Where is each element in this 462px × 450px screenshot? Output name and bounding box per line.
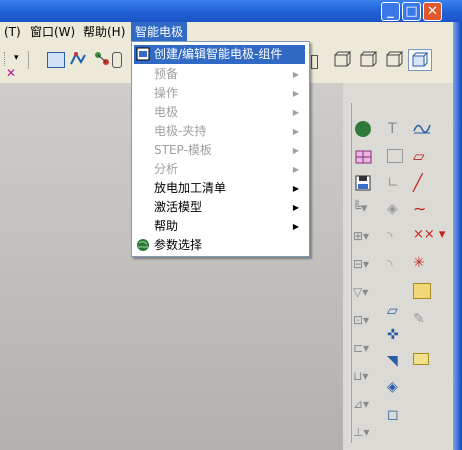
menu-item-prepare[interactable]: 预备 ▶ xyxy=(134,65,305,84)
angle-icon[interactable]: ∟ xyxy=(387,175,399,191)
arc-icon[interactable]: ◝ xyxy=(387,229,392,245)
menu-item-label: 分析 xyxy=(154,162,179,176)
close-button[interactable]: ✕ xyxy=(423,2,442,21)
surface-icon[interactable]: ◈ xyxy=(387,379,398,395)
chamfer-icon[interactable]: ⊿▾ xyxy=(353,397,369,411)
mesh-icon[interactable] xyxy=(355,149,373,168)
submenu-arrow-icon: ▶ xyxy=(292,127,299,136)
menu-item-label: 创建/编辑智能电极-组件 xyxy=(154,47,283,61)
submenu-arrow-icon: ▶ xyxy=(292,165,299,174)
menu-item-edm-list[interactable]: 放电加工清单 ▶ xyxy=(134,179,305,198)
electrode-edit-icon xyxy=(136,47,150,61)
menu-tools[interactable]: (T) xyxy=(0,22,25,43)
view-window-icon[interactable] xyxy=(47,52,65,68)
dimension-icon[interactable] xyxy=(413,283,431,299)
submenu-arrow-icon: ▶ xyxy=(292,203,299,212)
box-view-icon-3[interactable] xyxy=(385,51,404,72)
menu-item-label: 参数选择 xyxy=(154,238,203,252)
toolbar-grip-icon xyxy=(4,52,11,66)
section-icon[interactable]: ⊥▾ xyxy=(353,425,369,439)
toolbar-separator xyxy=(28,51,29,69)
menu-item-label: 激活模型 xyxy=(154,200,203,214)
curve-tool-icon[interactable] xyxy=(69,50,87,71)
globe-icon[interactable] xyxy=(355,121,371,137)
partial-tool-icon-2[interactable] xyxy=(311,55,318,69)
menu-item-step-template[interactable]: STEP-模板 ▶ xyxy=(134,141,305,160)
pen-icon[interactable]: ✎ xyxy=(413,311,425,327)
t-shape-icon[interactable]: T xyxy=(388,121,397,137)
line-icon[interactable]: ╱ xyxy=(413,173,423,192)
toolbar-separator-vertical xyxy=(351,103,352,443)
box-view-icon-active[interactable] xyxy=(408,49,432,71)
feature-icon[interactable]: ◈ xyxy=(387,201,398,217)
spline-icon[interactable]: ∼ xyxy=(413,199,426,218)
pattern-icon[interactable]: ⊞▾ xyxy=(353,229,369,243)
arc-icon-2[interactable]: ◝ xyxy=(387,257,392,273)
submenu-arrow-icon: ▶ xyxy=(292,89,299,98)
menu-item-label: 电极 xyxy=(154,105,179,119)
parallelogram-icon[interactable]: ▱ xyxy=(413,147,425,165)
smart-electrode-dropdown: 创建/编辑智能电极-组件 预备 ▶ 操作 ▶ 电极 ▶ 电极-夹持 ▶ STEP… xyxy=(131,41,310,257)
menu-item-activate-model[interactable]: 激活模型 ▶ xyxy=(134,198,305,217)
submenu-arrow-icon: ▶ xyxy=(292,146,299,155)
menu-item-operation[interactable]: 操作 ▶ xyxy=(134,84,305,103)
submenu-arrow-icon: ▶ xyxy=(292,108,299,117)
cross-icon[interactable]: ✳ xyxy=(413,255,425,271)
sweep-icon[interactable]: ◥ xyxy=(387,353,398,369)
dropdown-arrow-icon[interactable]: ▾ xyxy=(14,53,19,63)
menu-item-label: 预备 xyxy=(154,67,179,81)
menu-window[interactable]: 窗口(W) xyxy=(26,22,79,43)
menu-item-create-edit-component[interactable]: 创建/编辑智能电极-组件 xyxy=(134,45,305,64)
submenu-arrow-icon: ▶ xyxy=(292,70,299,79)
menu-smart-electrode[interactable]: 智能电极 xyxy=(131,22,188,43)
menu-bar: (T) 窗口(W) 帮助(H) 智能电极 xyxy=(0,22,453,43)
trim-icon[interactable]: ⊡▾ xyxy=(353,313,369,327)
right-toolbar: T ▱ ∟ ╱ ╚▾ ◈ ∼ ⊞▾ ◝ ×× ▾ ⊟▾ ◝ ✳ ▽▾ ▱ ⊡▾ … xyxy=(343,83,453,450)
points-icon[interactable]: ×× ▾ xyxy=(413,227,445,242)
wave-grid-icon[interactable] xyxy=(413,119,431,138)
offset-icon[interactable]: ⊏▾ xyxy=(353,341,369,355)
maximize-button[interactable]: □ xyxy=(402,2,421,21)
menu-item-label: 帮助 xyxy=(154,219,179,233)
partial-tool-icon[interactable] xyxy=(112,52,122,68)
box-view-icon-1[interactable] xyxy=(333,51,352,72)
menu-item-preferences[interactable]: 参数选择 xyxy=(134,236,305,255)
frame-icon[interactable] xyxy=(387,149,403,163)
menu-item-label: 放电加工清单 xyxy=(154,181,227,195)
blend-icon[interactable]: ⊔▾ xyxy=(353,369,368,383)
menu-item-label: 电极-夹持 xyxy=(154,124,207,138)
nodes-tool-icon[interactable] xyxy=(93,50,111,71)
window-border xyxy=(453,22,462,450)
menu-item-label: 操作 xyxy=(154,86,179,100)
menu-help[interactable]: 帮助(H) xyxy=(79,22,129,43)
menu-item-electrode-holder[interactable]: 电极-夹持 ▶ xyxy=(134,122,305,141)
menu-item-help[interactable]: 帮助 ▶ xyxy=(134,217,305,236)
draft-icon[interactable]: ▽▾ xyxy=(353,285,368,299)
shell-icon[interactable]: ⊟▾ xyxy=(353,257,369,271)
patch-icon[interactable]: ◻ xyxy=(387,407,399,423)
axis-icon[interactable]: ✜ xyxy=(387,327,399,343)
box-outline-icon[interactable]: ▱ xyxy=(387,303,398,319)
save-disk-icon[interactable] xyxy=(355,175,371,194)
menu-item-label: STEP-模板 xyxy=(154,143,212,157)
plane-icon[interactable] xyxy=(413,353,429,365)
extrude-icon[interactable]: ╚▾ xyxy=(353,201,367,216)
box-view-icon-2[interactable] xyxy=(359,51,378,72)
minimize-button[interactable]: _ xyxy=(381,2,400,21)
submenu-arrow-icon: ▶ xyxy=(292,222,299,231)
title-bar: _ □ ✕ xyxy=(0,0,462,22)
submenu-arrow-icon: ▶ xyxy=(292,184,299,193)
globe-settings-icon xyxy=(136,238,150,252)
menu-item-electrode[interactable]: 电极 ▶ xyxy=(134,103,305,122)
menu-item-analysis[interactable]: 分析 ▶ xyxy=(134,160,305,179)
close-x-icon[interactable]: ✕ xyxy=(6,67,16,79)
